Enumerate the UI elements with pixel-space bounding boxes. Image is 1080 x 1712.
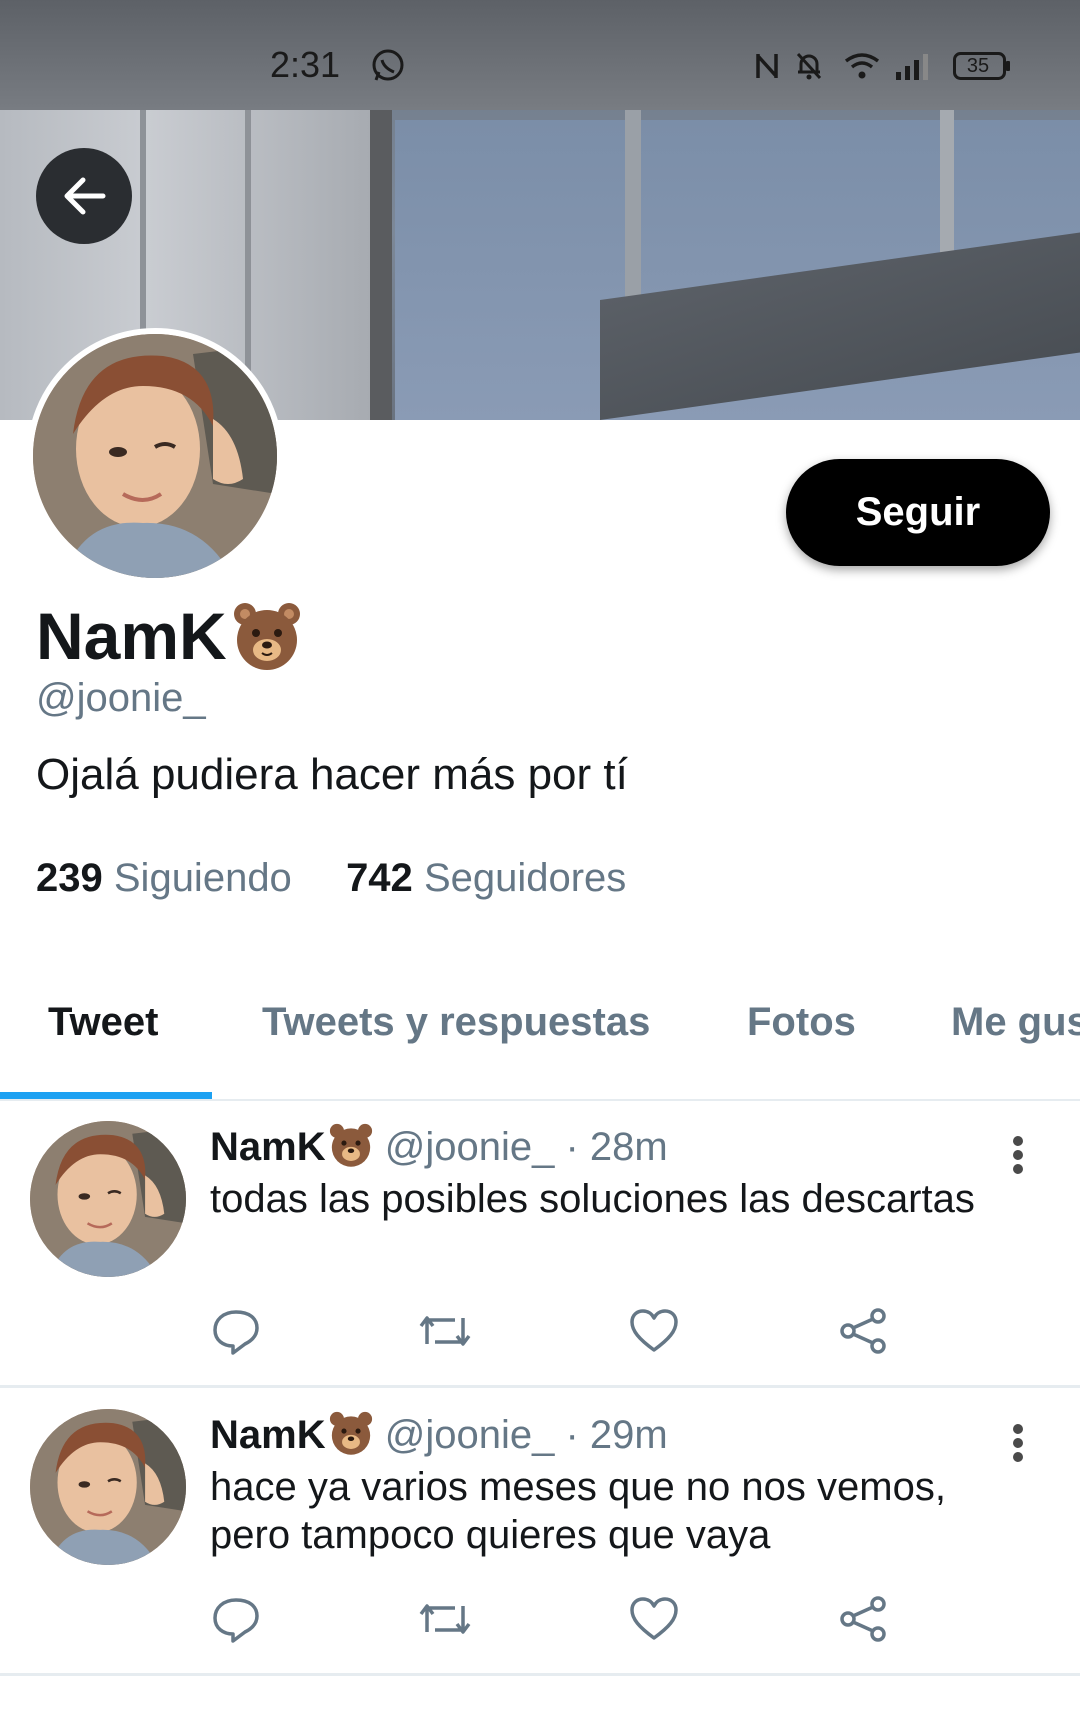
- following-link[interactable]: 239 Siguiendo: [36, 856, 292, 900]
- tab-photos[interactable]: Fotos: [747, 1000, 856, 1045]
- bear-face-emoji: [328, 1410, 374, 1456]
- more-options-icon[interactable]: [1000, 1127, 1036, 1183]
- status-bar: 2:31 35: [0, 0, 1080, 112]
- tweet-header: NamK @joonie_ · 28m: [210, 1122, 668, 1172]
- tweet-timestamp: 28m: [589, 1125, 668, 1169]
- tweet-avatar[interactable]: [30, 1121, 186, 1277]
- bell-off-icon: [792, 46, 826, 86]
- avatar-photo: [33, 334, 277, 578]
- tweet-author-handle: @joonie_: [384, 1125, 555, 1169]
- profile-stats: 239 Siguiendo 742 Seguidores: [36, 856, 626, 901]
- profile-bio: Ojalá pudiera hacer más por tí: [36, 750, 628, 799]
- share-icon[interactable]: [835, 1591, 891, 1647]
- followers-count: 742: [346, 856, 413, 900]
- tweet-separator: ·: [565, 1125, 579, 1169]
- profile-avatar[interactable]: [27, 328, 283, 584]
- tweet-header: NamK @joonie_ · 29m: [210, 1410, 668, 1460]
- following-count: 239: [36, 856, 103, 900]
- retweet-icon[interactable]: [417, 1303, 473, 1359]
- tweet-separator: ·: [565, 1413, 579, 1457]
- following-label: Siguiendo: [113, 856, 292, 900]
- reply-icon[interactable]: [208, 1303, 264, 1359]
- battery-level: 35: [966, 55, 990, 77]
- tweet-avatar[interactable]: [30, 1409, 186, 1565]
- followers-label: Seguidores: [423, 856, 627, 900]
- share-icon[interactable]: [835, 1303, 891, 1359]
- tab-tweets-replies[interactable]: Tweets y respuestas: [262, 1000, 650, 1045]
- tweet-timestamp: 29m: [589, 1413, 668, 1457]
- tweet-divider: [0, 1385, 1080, 1388]
- bear-face-emoji: [231, 600, 303, 672]
- profile-tabs: Tweet Tweets y respuestas Fotos Me gus: [0, 990, 1080, 1100]
- tab-likes[interactable]: Me gus: [951, 1000, 1080, 1045]
- tweet-author-name[interactable]: NamK: [210, 1413, 326, 1457]
- display-name-text: NamK: [36, 599, 227, 673]
- profile-display-name: NamK: [36, 598, 303, 678]
- tweet-text: hace ya varios meses que no nos vemos, p…: [210, 1465, 946, 1557]
- wifi-icon: [842, 46, 882, 86]
- banner-frame: [370, 100, 392, 420]
- tweet-item[interactable]: NamK @joonie_ · 28m todas las posibles s…: [0, 1101, 1080, 1389]
- tab-tweets[interactable]: Tweet: [48, 1000, 158, 1045]
- arrow-left-icon: [64, 177, 106, 215]
- active-tab-indicator: [0, 1092, 212, 1099]
- avatar-photo: [30, 1121, 186, 1277]
- signal-icon: [893, 46, 929, 86]
- status-time: 2:31: [270, 44, 341, 85]
- like-icon[interactable]: [626, 1303, 682, 1359]
- tweet-text: todas las posibles soluciones las descar…: [210, 1177, 975, 1221]
- tweet-author-name[interactable]: NamK: [210, 1125, 326, 1169]
- tweet-item[interactable]: NamK @joonie_ · 29m hace ya varios meses…: [0, 1389, 1080, 1677]
- more-options-icon[interactable]: [1000, 1415, 1036, 1471]
- nfc-icon: [752, 46, 782, 86]
- bear-face-emoji: [328, 1122, 374, 1168]
- follow-button[interactable]: Seguir: [786, 459, 1050, 566]
- profile-handle: @joonie_: [36, 676, 206, 720]
- followers-link[interactable]: 742 Seguidores: [346, 856, 626, 900]
- whatsapp-icon: [368, 46, 408, 86]
- like-icon[interactable]: [626, 1591, 682, 1647]
- tweet-author-handle: @joonie_: [384, 1413, 555, 1457]
- avatar-photo: [30, 1409, 186, 1565]
- retweet-icon[interactable]: [417, 1591, 473, 1647]
- back-button[interactable]: [36, 148, 132, 244]
- reply-icon[interactable]: [208, 1591, 264, 1647]
- tweet-divider: [0, 1673, 1080, 1676]
